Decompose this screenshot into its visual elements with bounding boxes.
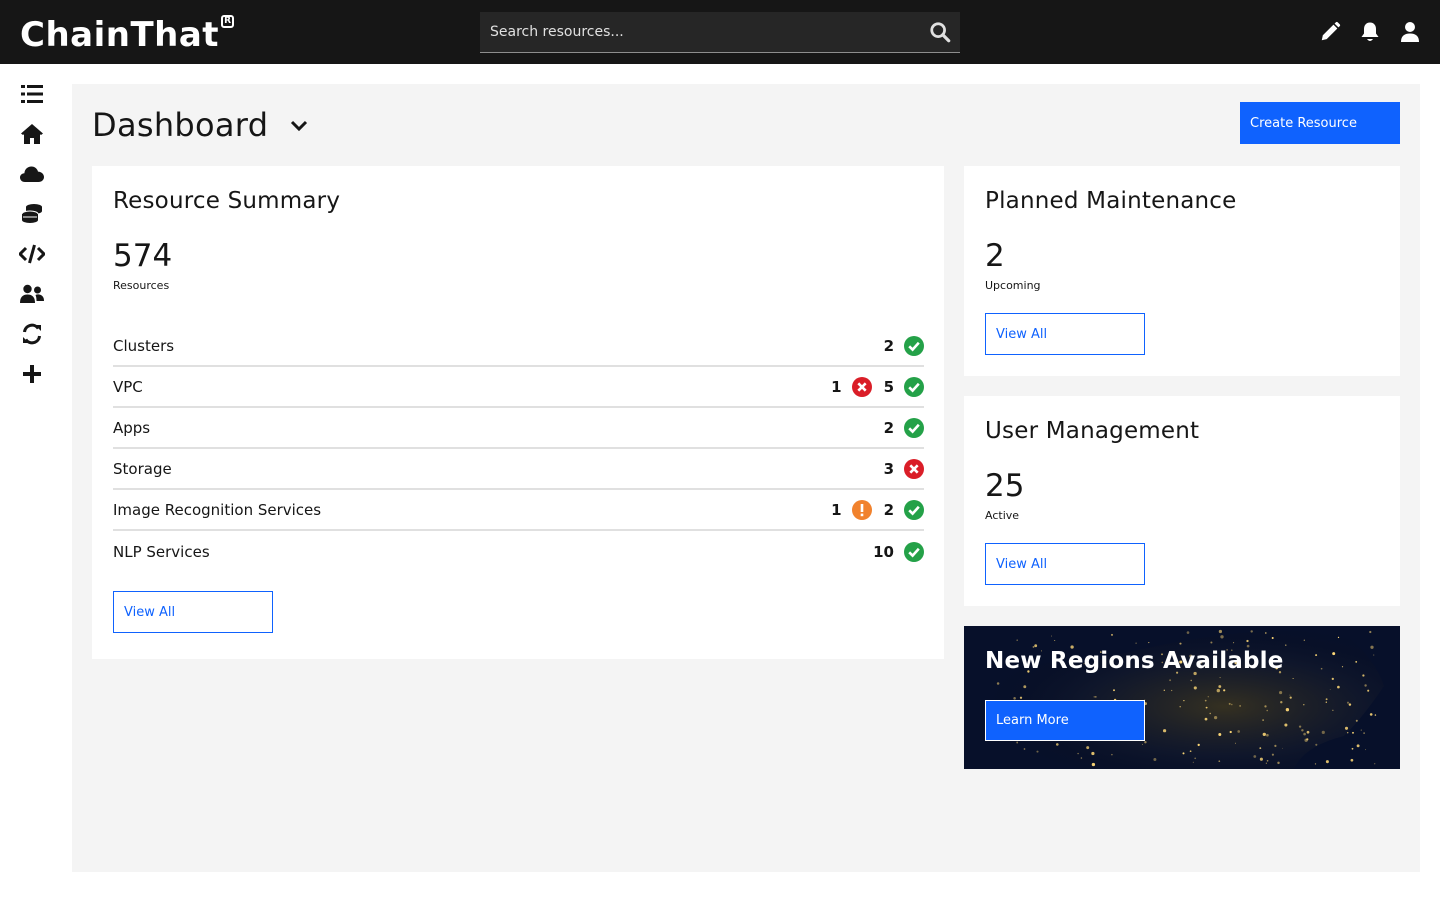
active-users-count: 25 (985, 468, 1025, 504)
resource-status-counts: 12 (819, 499, 924, 520)
dashboard-selector[interactable]: Dashboard (92, 106, 308, 144)
top-actions (1310, 12, 1430, 52)
search-bar (480, 12, 960, 53)
resource-total-label: Resources (113, 279, 170, 292)
planned-maintenance-card: Planned Maintenance 2 Upcoming View All (964, 166, 1400, 376)
code-icon[interactable] (12, 234, 52, 274)
status-count: 2 (883, 418, 894, 437)
resource-row[interactable]: VPC 1 5 (113, 367, 924, 408)
resource-row[interactable]: NLP Services 10 (113, 531, 924, 572)
resource-summary-card: Resource Summary 574 Resources Clusters 2… (92, 166, 944, 659)
resource-row[interactable]: Image Recognition Services 1 2 (113, 490, 924, 531)
sync-icon[interactable] (12, 314, 52, 354)
resource-name: Storage (113, 459, 172, 478)
logo-text: ChainThat (20, 15, 220, 55)
resource-total: 574 (113, 238, 173, 274)
registered-mark: R (221, 15, 235, 28)
status-count: 5 (883, 377, 894, 396)
resource-view-all-button[interactable]: View All (113, 591, 273, 633)
plus-icon[interactable] (12, 354, 52, 394)
resource-row[interactable]: Storage 3 (113, 449, 924, 490)
resource-name: Apps (113, 418, 151, 437)
resource-name: NLP Services (113, 542, 210, 561)
users-icon[interactable] (12, 274, 52, 314)
status-count: 1 (831, 377, 842, 396)
resource-summary-title: Resource Summary (113, 188, 341, 214)
chevron-down-icon[interactable] (290, 117, 308, 136)
resource-name: Clusters (113, 336, 175, 355)
sidebar (0, 64, 64, 900)
page-title: Dashboard (92, 106, 269, 144)
user-management-title: User Management (985, 418, 1200, 444)
check-circle-icon (904, 541, 924, 562)
home-icon[interactable] (12, 114, 52, 154)
logo[interactable]: ChainThat R (20, 12, 235, 55)
resource-row[interactable]: Apps 2 (113, 408, 924, 449)
planned-maintenance-title: Planned Maintenance (985, 188, 1237, 214)
resource-list: Clusters 2 VPC 1 5 Apps 2 Storage 3 Image Recogni… (113, 326, 924, 572)
maintenance-view-all-button[interactable]: View All (985, 313, 1145, 355)
list-icon[interactable] (12, 74, 52, 114)
users-view-all-button[interactable]: View All (985, 543, 1145, 585)
status-count: 2 (883, 336, 894, 355)
resource-status-counts: 15 (819, 376, 924, 397)
new-regions-banner: New Regions Available Learn More (964, 626, 1400, 769)
new-regions-title: New Regions Available (985, 648, 1284, 674)
search-icon[interactable] (920, 12, 960, 52)
resource-name: Image Recognition Services (113, 500, 322, 519)
user-icon[interactable] (1390, 12, 1430, 52)
top-bar: ChainThat R (0, 0, 1440, 64)
resource-status-counts: 2 (872, 335, 924, 356)
resource-name: VPC (113, 377, 143, 396)
status-count: 1 (831, 500, 842, 519)
maintenance-count-label: Upcoming (985, 279, 1041, 292)
user-management-card: User Management 25 Active View All (964, 396, 1400, 606)
check-circle-icon (904, 417, 924, 438)
resource-status-counts: 3 (872, 458, 924, 479)
learn-more-button[interactable]: Learn More (985, 700, 1145, 741)
warning-circle-icon (851, 499, 872, 520)
edit-icon[interactable] (1310, 12, 1350, 52)
resource-row[interactable]: Clusters 2 (113, 326, 924, 367)
maintenance-count: 2 (985, 238, 1005, 274)
status-count: 3 (883, 459, 894, 478)
check-circle-icon (904, 376, 924, 397)
resource-status-counts: 10 (861, 541, 924, 562)
main-content: Dashboard Create Resource Resource Summa… (72, 84, 1420, 872)
error-circle-icon (851, 376, 872, 397)
status-count: 10 (873, 542, 894, 561)
search-input[interactable] (480, 12, 920, 52)
error-circle-icon (904, 458, 924, 479)
notification-icon[interactable] (1350, 12, 1390, 52)
database-icon[interactable] (12, 194, 52, 234)
check-circle-icon (904, 335, 924, 356)
status-count: 2 (883, 500, 894, 519)
active-users-label: Active (985, 509, 1020, 522)
cloud-icon[interactable] (12, 154, 52, 194)
resource-status-counts: 2 (872, 417, 924, 438)
check-circle-icon (904, 499, 924, 520)
create-resource-button[interactable]: Create Resource (1240, 102, 1400, 144)
